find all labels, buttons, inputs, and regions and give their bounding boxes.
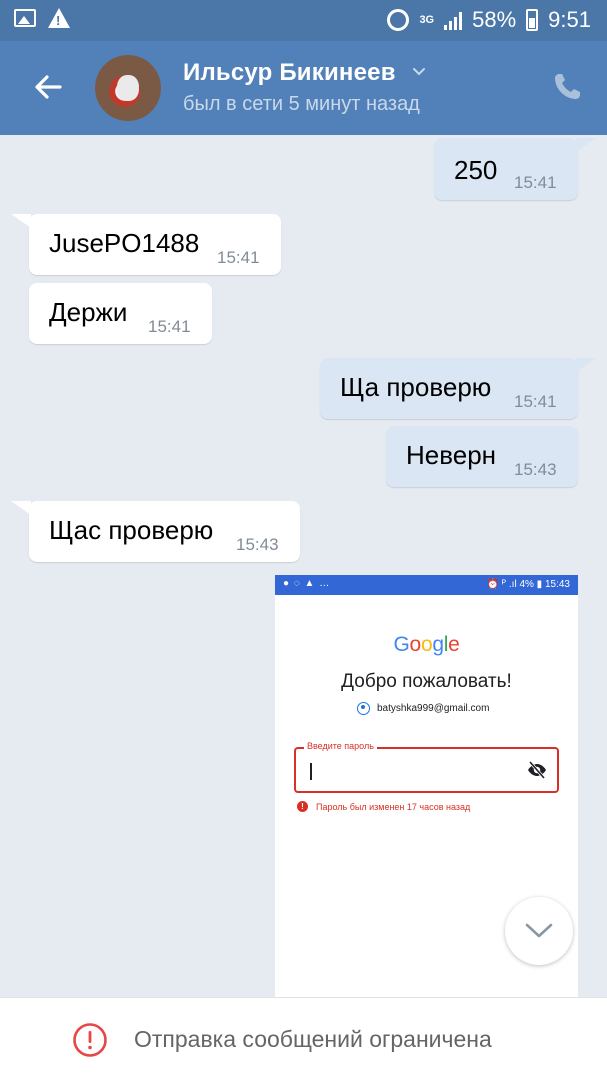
- message-time: 15:43: [514, 460, 557, 479]
- contact-name[interactable]: Ильсур Бикинеев: [183, 59, 396, 87]
- password-error: ! Пароль был изменен 17 часов назад: [297, 801, 470, 812]
- scroll-down-button[interactable]: [505, 897, 573, 965]
- status-bar: ! 3G 58% 9:51: [0, 0, 607, 41]
- message-text: Ща проверю: [340, 372, 492, 402]
- account-email: batyshka999@gmail.com: [377, 703, 490, 714]
- google-logo-letter: o: [420, 633, 433, 656]
- message-text: 250: [454, 155, 498, 185]
- signal-icon: [444, 10, 463, 30]
- restriction-text: Отправка сообщений ограничена: [134, 1026, 492, 1052]
- back-arrow-icon: [35, 75, 62, 99]
- chevron-down-icon[interactable]: [412, 65, 426, 79]
- message-text: Щас проверю: [49, 515, 214, 545]
- message-bubble-outgoing[interactable]: Неверн 15:43: [386, 426, 578, 487]
- message-bubble-outgoing[interactable]: 250 15:41: [434, 138, 578, 200]
- image-icon: [14, 9, 36, 27]
- alert-circle-icon: [73, 1023, 107, 1057]
- attachment-status-bar: ● ◌ ▲ … ⏰ ᴾ .ıl 4% ▮ 15:43: [275, 575, 578, 595]
- text-caret: [310, 763, 312, 780]
- avatar[interactable]: [95, 55, 161, 121]
- password-field: Введите пароль: [294, 741, 559, 793]
- contact-status: был в сети 5 минут назад: [183, 93, 420, 115]
- back-button[interactable]: [30, 69, 66, 105]
- password-error-text: Пароль был изменен 17 часов назад: [316, 801, 471, 812]
- phone-icon: [555, 74, 580, 99]
- attachment-status-left: ● ◌ ▲ …: [283, 578, 331, 589]
- clock: 9:51: [548, 7, 591, 32]
- battery-percent: 58%: [472, 7, 517, 32]
- message-time: 15:41: [148, 317, 191, 336]
- call-button[interactable]: [551, 71, 583, 103]
- google-logo-letter: e: [448, 633, 460, 656]
- message-time: 15:41: [514, 392, 557, 411]
- message-bubble-incoming[interactable]: Щас проверю 15:43: [29, 501, 300, 562]
- message-time: 15:41: [217, 248, 260, 267]
- google-logo: Google: [275, 633, 578, 657]
- eye-off-icon: [528, 761, 546, 779]
- warning-icon: !: [48, 8, 70, 28]
- message-text: JusePO1488: [49, 228, 200, 258]
- battery-icon: [526, 9, 539, 31]
- google-logo-letter: g: [432, 633, 444, 656]
- alarm-icon: [387, 9, 410, 31]
- message-bubble-incoming[interactable]: JusePO1488 15:41: [29, 214, 281, 275]
- message-text: Держи: [49, 297, 128, 327]
- password-label: Введите пароль: [304, 741, 377, 751]
- attachment-status-right: ⏰ ᴾ .ıl 4% ▮ 15:43: [486, 579, 570, 590]
- message-text: Неверн: [406, 440, 497, 470]
- bubble-tail: [576, 358, 596, 372]
- message-time: 15:41: [514, 173, 557, 192]
- error-icon: !: [297, 801, 308, 812]
- google-logo-letter: o: [409, 633, 422, 656]
- google-logo-letter: G: [393, 633, 410, 656]
- message-time: 15:43: [236, 535, 279, 554]
- chat-header: Ильсур Бикинеев был в сети 5 минут назад: [0, 41, 607, 135]
- bubble-tail: [11, 214, 31, 228]
- message-bubble-incoming[interactable]: Держи 15:41: [29, 283, 212, 344]
- welcome-heading: Добро пожаловать!: [341, 671, 512, 692]
- message-bubble-outgoing[interactable]: Ща проверю 15:41: [320, 358, 578, 419]
- messaging-restricted-bar: Отправка сообщений ограничена: [0, 997, 607, 1080]
- bubble-tail: [11, 501, 31, 515]
- account-chip: batyshka999@gmail.com: [357, 702, 489, 715]
- bubble-tail: [576, 138, 596, 152]
- chevron-down-icon: [525, 923, 553, 938]
- account-icon: [357, 702, 370, 715]
- network-type: 3G: [419, 14, 435, 26]
